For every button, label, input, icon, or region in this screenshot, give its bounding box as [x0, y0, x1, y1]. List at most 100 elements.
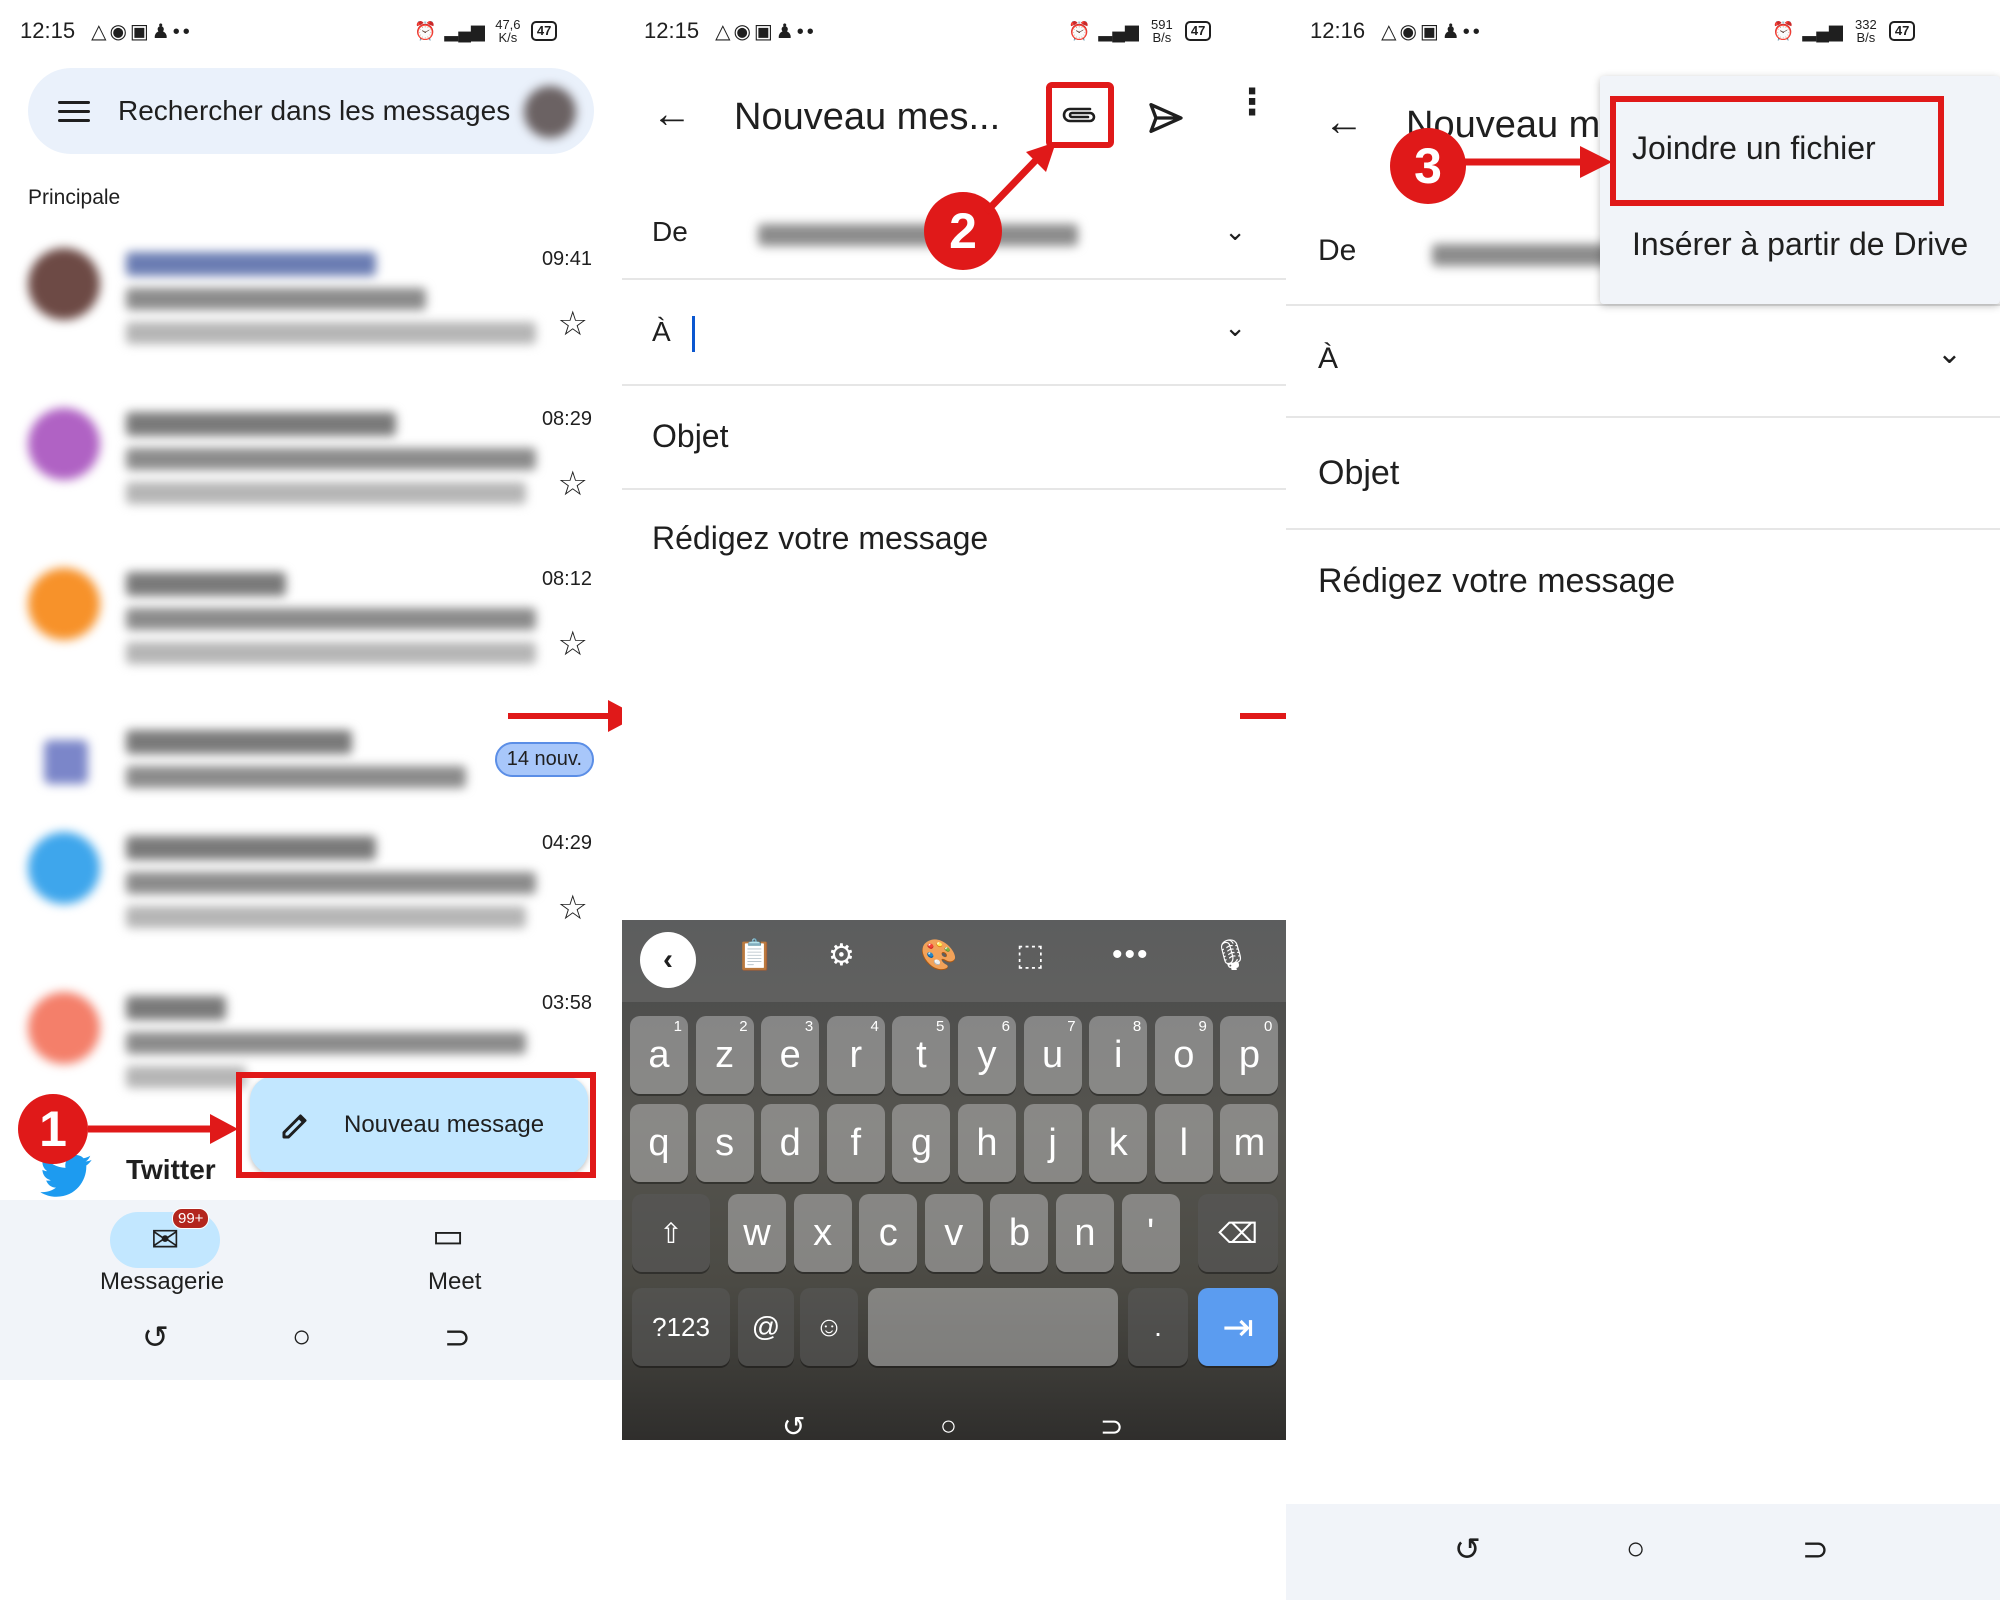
mail-row[interactable]: 09:41 ☆: [0, 242, 600, 392]
more-options-icon[interactable]: ⋮: [1234, 84, 1270, 120]
more-icon[interactable]: •••: [1112, 938, 1150, 972]
mail-row[interactable]: 08:29 ☆: [0, 402, 600, 552]
mail-time: 03:58: [541, 992, 592, 1014]
period-key[interactable]: .: [1128, 1288, 1188, 1366]
body-placeholder[interactable]: Rédigez votre message: [1318, 562, 1675, 601]
home-icon[interactable]: ○: [940, 1410, 957, 1442]
subject-field[interactable]: Objet: [622, 386, 1286, 490]
recents-icon[interactable]: ↺: [1454, 1530, 1481, 1568]
key-d[interactable]: d: [761, 1104, 820, 1182]
chevron-down-icon[interactable]: ⌄: [1224, 312, 1246, 343]
chevron-left-icon[interactable]: ‹: [640, 932, 696, 988]
key-x[interactable]: x: [793, 1194, 852, 1272]
back-icon[interactable]: ⊃: [1802, 1530, 1829, 1568]
sender-avatar: [28, 408, 100, 480]
home-icon[interactable]: ○: [1626, 1530, 1645, 1567]
notification-icons: △◉▣♟••: [1381, 20, 1483, 43]
video-camera-icon[interactable]: ▭: [432, 1216, 464, 1256]
chevron-down-icon[interactable]: ⌄: [1224, 216, 1246, 247]
key-c[interactable]: c: [859, 1194, 918, 1272]
system-navigation: ↺ ○ ⊃: [1286, 1504, 2000, 1600]
shift-key[interactable]: ⇧: [632, 1194, 710, 1272]
subject-field[interactable]: Objet: [1286, 418, 2000, 530]
enter-key[interactable]: ⇥: [1198, 1288, 1278, 1366]
key-z[interactable]: z2: [695, 1016, 754, 1094]
key-g[interactable]: g: [892, 1104, 951, 1182]
battery-level: 47: [530, 21, 558, 41]
key-label: u: [1042, 1033, 1064, 1076]
arrow-to-compose: [88, 1114, 238, 1144]
gear-icon[interactable]: ⚙: [828, 938, 855, 973]
key-a[interactable]: a1: [630, 1016, 688, 1094]
key-n[interactable]: n: [1056, 1194, 1114, 1272]
symbols-key[interactable]: ?123: [632, 1288, 730, 1366]
to-field[interactable]: À ⌄: [1286, 306, 2000, 418]
key-y[interactable]: y6: [958, 1016, 1016, 1094]
mic-off-icon[interactable]: 🎙: [1212, 938, 1250, 973]
emoji-key[interactable]: ☺: [800, 1288, 858, 1366]
key-h[interactable]: h: [958, 1104, 1016, 1182]
key-j[interactable]: j: [1023, 1104, 1082, 1182]
key-t[interactable]: t5: [892, 1016, 951, 1094]
send-icon[interactable]: [1146, 98, 1186, 138]
key-label: z: [715, 1033, 735, 1076]
star-icon[interactable]: ☆: [558, 304, 588, 344]
search-bar[interactable]: Rechercher dans les messages: [28, 68, 594, 154]
back-arrow-icon[interactable]: ←: [652, 92, 692, 137]
section-label: Principale: [28, 186, 121, 209]
key-v[interactable]: v: [924, 1194, 983, 1272]
key-f[interactable]: f: [826, 1104, 885, 1182]
sender-name: Twitter: [126, 1154, 216, 1185]
snippet-redacted: [126, 1066, 246, 1088]
mail-row[interactable]: 04:29 ☆: [0, 826, 600, 976]
menu-item-insert-from-drive[interactable]: Insérer à partir de Drive: [1632, 226, 1968, 263]
body-placeholder[interactable]: Rédigez votre message: [652, 520, 988, 557]
network-speed: 47,6 K/s: [495, 17, 521, 45]
inbox-screen: 12:15 △◉▣♟•• ⏰ ▂▄▆ 47,6 K/s 47 Recherche…: [0, 0, 622, 1600]
key-s[interactable]: s: [695, 1104, 754, 1182]
arrow-to-attach-file: [1462, 146, 1612, 178]
star-icon[interactable]: ☆: [558, 624, 588, 664]
key-e[interactable]: e3: [761, 1016, 820, 1094]
home-icon[interactable]: ○: [292, 1318, 311, 1355]
attach-button[interactable]: [1046, 82, 1114, 148]
key-p[interactable]: p0: [1220, 1016, 1279, 1094]
resize-icon[interactable]: ⬚: [1016, 938, 1044, 973]
recents-icon[interactable]: ↺: [782, 1410, 805, 1443]
key-m[interactable]: m: [1220, 1104, 1279, 1182]
signal-icon: ▂▄▆: [444, 20, 485, 41]
back-icon[interactable]: ⊃: [444, 1318, 471, 1356]
palette-icon[interactable]: 🎨: [920, 938, 957, 973]
unread-badge: 99+: [172, 1208, 210, 1229]
back-icon[interactable]: ⊃: [1100, 1410, 1123, 1443]
backspace-key[interactable]: ⌫: [1198, 1194, 1278, 1272]
back-arrow-icon[interactable]: ←: [1324, 100, 1364, 145]
key-apostrophe[interactable]: ': [1121, 1194, 1180, 1272]
to-field[interactable]: À ⌄: [622, 280, 1286, 386]
key-hint: 6: [1001, 1018, 1010, 1035]
key-i[interactable]: i8: [1089, 1016, 1148, 1094]
space-key[interactable]: [868, 1288, 1118, 1366]
from-address-redacted: [758, 224, 1078, 246]
key-l[interactable]: l: [1154, 1104, 1213, 1182]
mail-row[interactable]: 08:12 ☆: [0, 562, 600, 712]
key-o[interactable]: o9: [1154, 1016, 1213, 1094]
key-q[interactable]: q: [630, 1104, 688, 1182]
chevron-down-icon[interactable]: ⌄: [1937, 336, 1962, 371]
key-hint: 1: [673, 1018, 682, 1035]
key-label: r: [849, 1033, 863, 1076]
key-w[interactable]: w: [728, 1194, 786, 1272]
key-u[interactable]: u7: [1023, 1016, 1082, 1094]
account-avatar[interactable]: [524, 86, 576, 138]
recents-icon[interactable]: ↺: [142, 1318, 169, 1356]
key-r[interactable]: r4: [826, 1016, 885, 1094]
at-key[interactable]: @: [738, 1288, 794, 1366]
subject-redacted: [126, 608, 536, 630]
star-icon[interactable]: ☆: [558, 464, 588, 504]
menu-icon[interactable]: [58, 100, 90, 122]
star-icon[interactable]: ☆: [558, 888, 588, 928]
clipboard-icon[interactable]: 📋: [736, 938, 773, 973]
snippet-redacted: [126, 906, 526, 928]
key-k[interactable]: k: [1089, 1104, 1148, 1182]
key-b[interactable]: b: [990, 1194, 1049, 1272]
